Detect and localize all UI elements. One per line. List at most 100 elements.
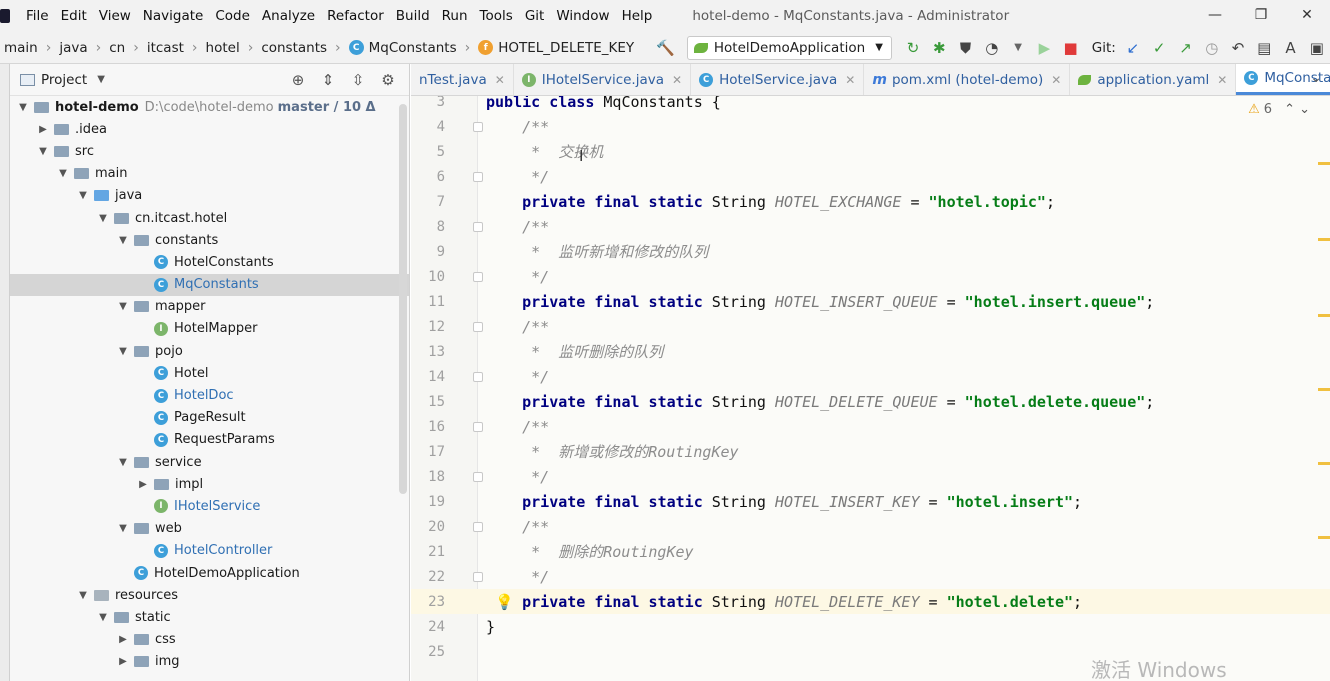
code-line[interactable]: 14 */: [411, 364, 1330, 389]
scroll-marker[interactable]: [1318, 462, 1330, 465]
tree-item-css[interactable]: ▶ css: [10, 629, 409, 651]
tree-item-constants[interactable]: ▼ constants: [10, 229, 409, 251]
close-tab-icon[interactable]: ✕: [1051, 73, 1061, 87]
scroll-marker[interactable]: [1318, 388, 1330, 391]
code-line[interactable]: 10 */: [411, 264, 1330, 289]
scroll-marker[interactable]: [1318, 162, 1330, 165]
navigate-problems-icon[interactable]: ⌃ ⌄: [1284, 102, 1310, 117]
tree-item-hotelcontroller[interactable]: C HotelController: [10, 540, 409, 562]
tree-item-hoteldemoapplication[interactable]: C HotelDemoApplication: [10, 562, 409, 584]
menu-refactor[interactable]: Refactor: [321, 8, 390, 24]
tab-ntest[interactable]: nTest.java ✕: [411, 64, 514, 95]
fold-marker-icon[interactable]: [473, 121, 483, 132]
coverage-shield-icon[interactable]: ⛊: [956, 37, 974, 59]
fold-marker-icon[interactable]: [473, 521, 483, 532]
code-line[interactable]: 18 */: [411, 464, 1330, 489]
more-run-options-icon[interactable]: ▼: [1009, 37, 1027, 59]
tab-hotelservice[interactable]: C HotelService.java ✕: [691, 64, 865, 95]
tree-item-requestparams[interactable]: C RequestParams: [10, 429, 409, 451]
tree-item-idea[interactable]: ▶ .idea: [10, 118, 409, 140]
code-line[interactable]: 21 * 删除的RoutingKey: [411, 539, 1330, 564]
tab-pom[interactable]: m pom.xml (hotel-demo) ✕: [864, 64, 1071, 95]
code-line[interactable]: 13 * 监听删除的队列: [411, 339, 1330, 364]
tree-item-service[interactable]: ▼ service: [10, 451, 409, 473]
code-line[interactable]: 20 /**: [411, 514, 1330, 539]
code-line[interactable]: 15 private final static String HOTEL_DEL…: [411, 389, 1330, 414]
project-panel-title[interactable]: Project: [41, 72, 87, 88]
close-tab-icon[interactable]: ✕: [1217, 73, 1227, 87]
minimize-icon[interactable]: —: [1192, 0, 1238, 30]
menu-navigate[interactable]: Navigate: [137, 8, 210, 24]
breadcrumb-main[interactable]: main: [0, 40, 42, 56]
tree-item-src[interactable]: ▼ src: [10, 140, 409, 162]
fold-marker-icon[interactable]: [473, 271, 483, 282]
tab-ihotelservice[interactable]: I IHotelService.java ✕: [514, 64, 692, 95]
chevron-down-icon[interactable]: ▼: [96, 612, 110, 623]
chevron-down-icon[interactable]: ▼: [116, 523, 130, 534]
tree-item-web[interactable]: ▼ web: [10, 518, 409, 540]
breadcrumb-itcast[interactable]: itcast: [143, 40, 188, 56]
tree-item-hotel[interactable]: C Hotel: [10, 362, 409, 384]
chevron-down-icon[interactable]: ▼: [76, 190, 90, 201]
close-tab-icon[interactable]: ✕: [845, 73, 855, 87]
close-tab-icon[interactable]: ✕: [672, 73, 682, 87]
tree-item-img[interactable]: ▶ img: [10, 651, 409, 673]
breadcrumb-cn[interactable]: cn: [105, 40, 129, 56]
code-editor[interactable]: 3 public class MqConstants {4 /** 5 * 交换机 6…: [411, 96, 1330, 681]
translate-icon[interactable]: A: [1281, 37, 1299, 59]
chevron-down-icon[interactable]: ▼: [116, 301, 130, 312]
tree-item-ihotelservice[interactable]: I IHotelService: [10, 495, 409, 517]
close-icon[interactable]: ✕: [1284, 0, 1330, 30]
fold-marker-icon[interactable]: [473, 171, 483, 182]
code-line[interactable]: 23 💡 private final static String HOTEL_DE…: [411, 589, 1330, 614]
project-panel-scrollbar[interactable]: [399, 104, 407, 494]
menu-tools[interactable]: Tools: [474, 8, 519, 24]
code-line[interactable]: 7 private final static String HOTEL_EXCH…: [411, 189, 1330, 214]
fold-marker-icon[interactable]: [473, 421, 483, 432]
code-line[interactable]: 9 * 监听新增和修改的队列: [411, 239, 1330, 264]
tree-item-resources[interactable]: ▼ resources: [10, 584, 409, 606]
menu-build[interactable]: Build: [390, 8, 436, 24]
debug-bug-icon[interactable]: ✱: [930, 37, 948, 59]
chevron-down-icon[interactable]: ▼: [116, 346, 130, 357]
chevron-down-icon[interactable]: ▼: [36, 146, 50, 157]
collapse-all-icon[interactable]: ⇳: [343, 71, 373, 89]
tree-item-main[interactable]: ▼ main: [10, 163, 409, 185]
code-line[interactable]: 11 private final static String HOTEL_INS…: [411, 289, 1330, 314]
menu-view[interactable]: View: [93, 8, 137, 24]
code-line[interactable]: 24}: [411, 614, 1330, 639]
run-configuration-select[interactable]: HotelDemoApplication ▼: [686, 35, 892, 60]
tab-list-chevron-icon[interactable]: ⌄: [1310, 70, 1322, 86]
scroll-marker[interactable]: [1318, 536, 1330, 539]
chevron-right-icon[interactable]: ▶: [36, 124, 50, 135]
code-line[interactable]: 22 */: [411, 564, 1330, 589]
chevron-down-icon[interactable]: ▼: [116, 457, 130, 468]
git-update-icon[interactable]: ↙: [1124, 37, 1142, 59]
run-play-icon[interactable]: ▶: [1035, 37, 1053, 59]
chevron-down-icon[interactable]: ▼: [56, 168, 70, 179]
code-line[interactable]: 6 */: [411, 164, 1330, 189]
menu-help[interactable]: Help: [616, 8, 659, 24]
breadcrumb-java[interactable]: java: [55, 40, 91, 56]
profiler-icon[interactable]: ◔: [983, 37, 1001, 59]
project-structure-icon[interactable]: ▤: [1255, 37, 1273, 59]
code-line[interactable]: 4 /**: [411, 114, 1330, 139]
tree-item-hotelmapper[interactable]: I HotelMapper: [10, 318, 409, 340]
menu-git[interactable]: Git: [519, 8, 551, 24]
breadcrumb-class[interactable]: C MqConstants: [345, 40, 461, 56]
chevron-down-icon[interactable]: ▼: [96, 213, 110, 224]
chevron-right-icon[interactable]: ▶: [136, 479, 150, 490]
tree-item-package[interactable]: ▼ cn.itcast.hotel: [10, 207, 409, 229]
fold-marker-icon[interactable]: [473, 571, 483, 582]
tree-item-mapper[interactable]: ▼ mapper: [10, 296, 409, 318]
menu-file[interactable]: File: [20, 8, 55, 24]
scroll-marker[interactable]: [1318, 238, 1330, 241]
menu-code[interactable]: Code: [209, 8, 256, 24]
code-line[interactable]: 12 /**: [411, 314, 1330, 339]
code-line[interactable]: 8 /**: [411, 214, 1330, 239]
code-line[interactable]: 19 private final static String HOTEL_INS…: [411, 489, 1330, 514]
inspection-widget[interactable]: ⚠ 6 ⌃ ⌄: [1248, 102, 1310, 117]
scroll-marker[interactable]: [1318, 314, 1330, 317]
chevron-down-icon[interactable]: ▼: [97, 74, 105, 85]
code-line[interactable]: 16 /**: [411, 414, 1330, 439]
